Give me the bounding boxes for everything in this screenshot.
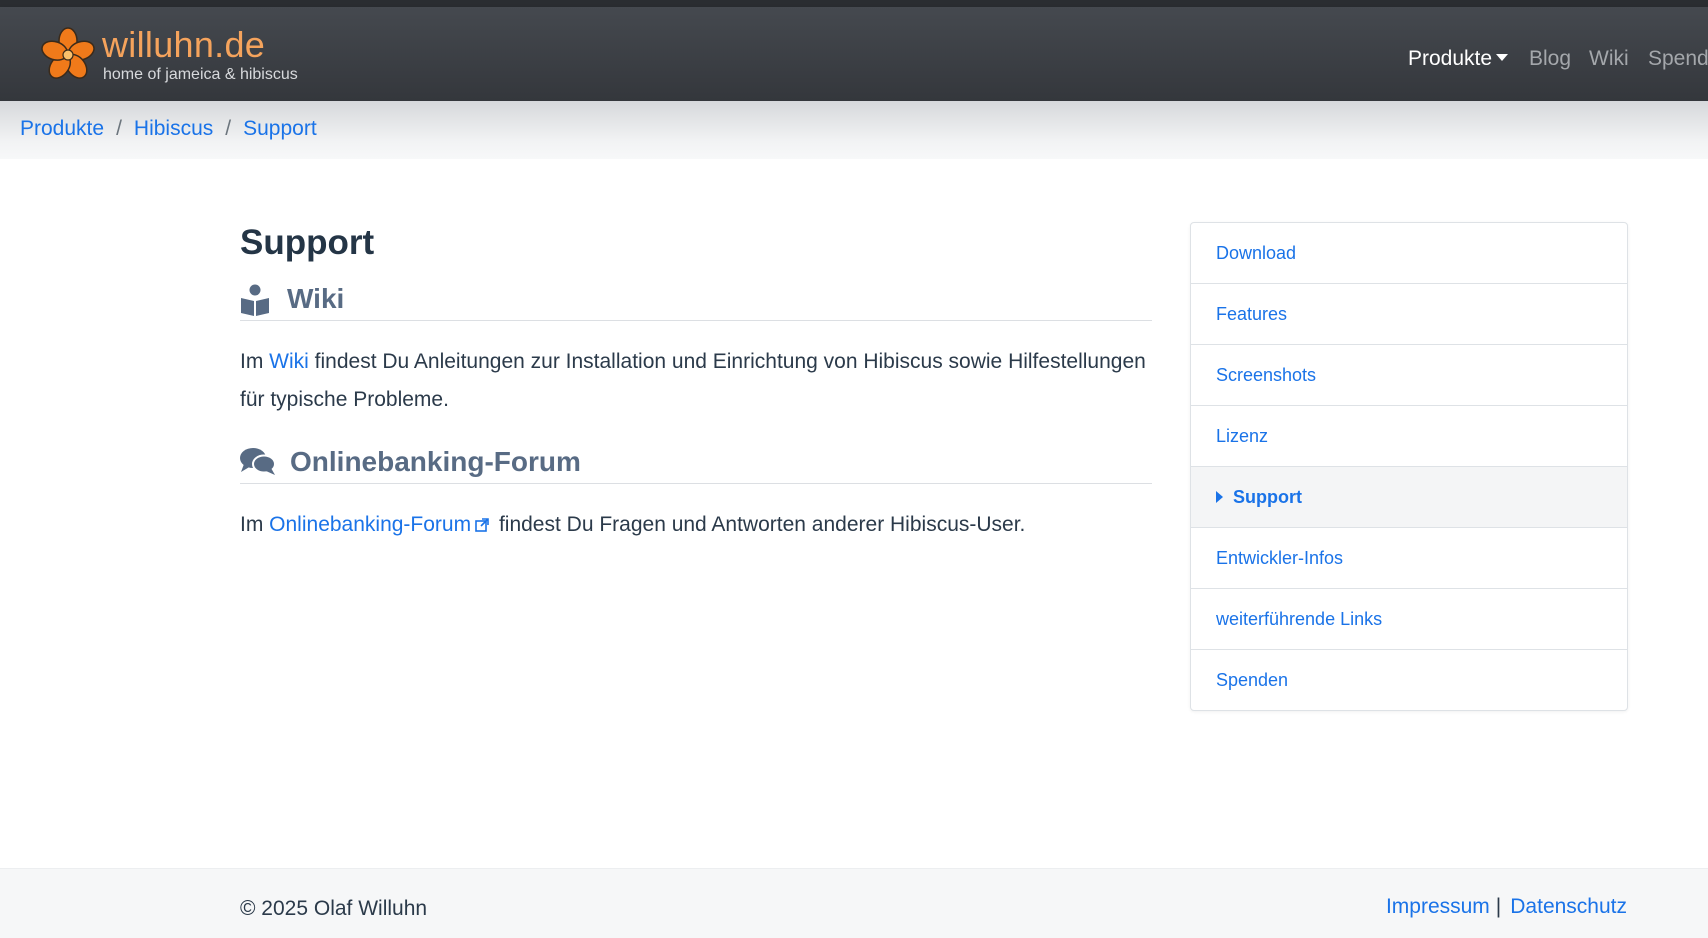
caret-right-icon — [1216, 491, 1223, 503]
section-heading-forum: Onlinebanking-Forum — [240, 443, 1152, 484]
nav-item-wiki[interactable]: Wiki — [1589, 46, 1629, 72]
comments-icon — [240, 448, 276, 475]
breadcrumb-separator: / — [225, 117, 232, 140]
sidebar-item-weiterfuehrende-links[interactable]: weiterführende Links — [1191, 589, 1627, 650]
section-title: Onlinebanking-Forum — [290, 446, 581, 477]
forum-link[interactable]: Onlinebanking-Forum — [269, 513, 471, 536]
nav-item-produkte[interactable]: Produkte — [1408, 46, 1509, 72]
external-link-icon — [475, 518, 489, 532]
breadcrumb-hibiscus[interactable]: Hibiscus — [134, 117, 213, 140]
text-prefix: Im — [240, 513, 270, 536]
footer-links: Impressum | Datenschutz — [1386, 893, 1627, 921]
breadcrumb: Produkte / Hibiscus / Support — [0, 101, 1708, 159]
section-text-forum: Im Onlinebanking-Forum findest Du Fragen… — [240, 506, 1152, 544]
section-heading-wiki: Wiki — [240, 280, 1152, 321]
text-suffix: findest Du Fragen und Antworten anderer … — [493, 513, 1026, 536]
caret-down-icon — [1496, 54, 1509, 61]
text-suffix: findest Du Anleitungen zur Installation … — [240, 350, 1146, 411]
navbar: willuhn.de home of jameica & hibiscus Pr… — [0, 7, 1708, 101]
sidebar-item-screenshots[interactable]: Screenshots — [1191, 345, 1627, 406]
top-strip — [0, 0, 1708, 7]
section-text-wiki: Im Wiki findest Du Anleitungen zur Insta… — [240, 343, 1152, 419]
copyright-text: © 2025 Olaf Willuhn — [240, 897, 428, 920]
sidebar-item-label: Support — [1233, 487, 1302, 507]
sidebar-item-spenden[interactable]: Spenden — [1191, 650, 1627, 710]
brand-subtitle: home of jameica & hibiscus — [103, 66, 298, 83]
nav-item-label: Produkte — [1408, 47, 1493, 70]
sidebar-item-support[interactable]: Support — [1191, 467, 1627, 528]
sidebar-item-features[interactable]: Features — [1191, 284, 1627, 345]
breadcrumb-produkte[interactable]: Produkte — [20, 117, 104, 140]
wiki-link[interactable]: Wiki — [269, 350, 309, 373]
text-prefix: Im — [240, 350, 270, 373]
nav-item-spenden[interactable]: Spenden — [1648, 46, 1708, 72]
datenschutz-link[interactable]: Datenschutz — [1510, 895, 1627, 918]
book-reader-icon — [241, 284, 269, 316]
sidebar-nav: Download Features Screenshots Lizenz Sup… — [1190, 222, 1628, 711]
breadcrumb-separator: / — [116, 117, 122, 140]
footer-separator: | — [1495, 895, 1502, 918]
main-content: Support Wiki Im Wiki findest Du Anleitun… — [240, 220, 1152, 544]
impressum-link[interactable]: Impressum — [1386, 895, 1490, 918]
sidebar-item-lizenz[interactable]: Lizenz — [1191, 406, 1627, 467]
sidebar-item-entwickler-infos[interactable]: Entwickler-Infos — [1191, 528, 1627, 589]
footer: © 2025 Olaf Willuhn Impressum | Datenschut… — [0, 868, 1708, 938]
page-title: Support — [240, 223, 375, 262]
nav-item-blog[interactable]: Blog — [1529, 46, 1571, 72]
sidebar-item-download[interactable]: Download — [1191, 223, 1627, 284]
breadcrumb-support[interactable]: Support — [243, 117, 317, 140]
hibiscus-logo-icon[interactable] — [40, 27, 96, 83]
section-title: Wiki — [287, 283, 345, 314]
brand-title[interactable]: willuhn.de — [102, 25, 265, 65]
